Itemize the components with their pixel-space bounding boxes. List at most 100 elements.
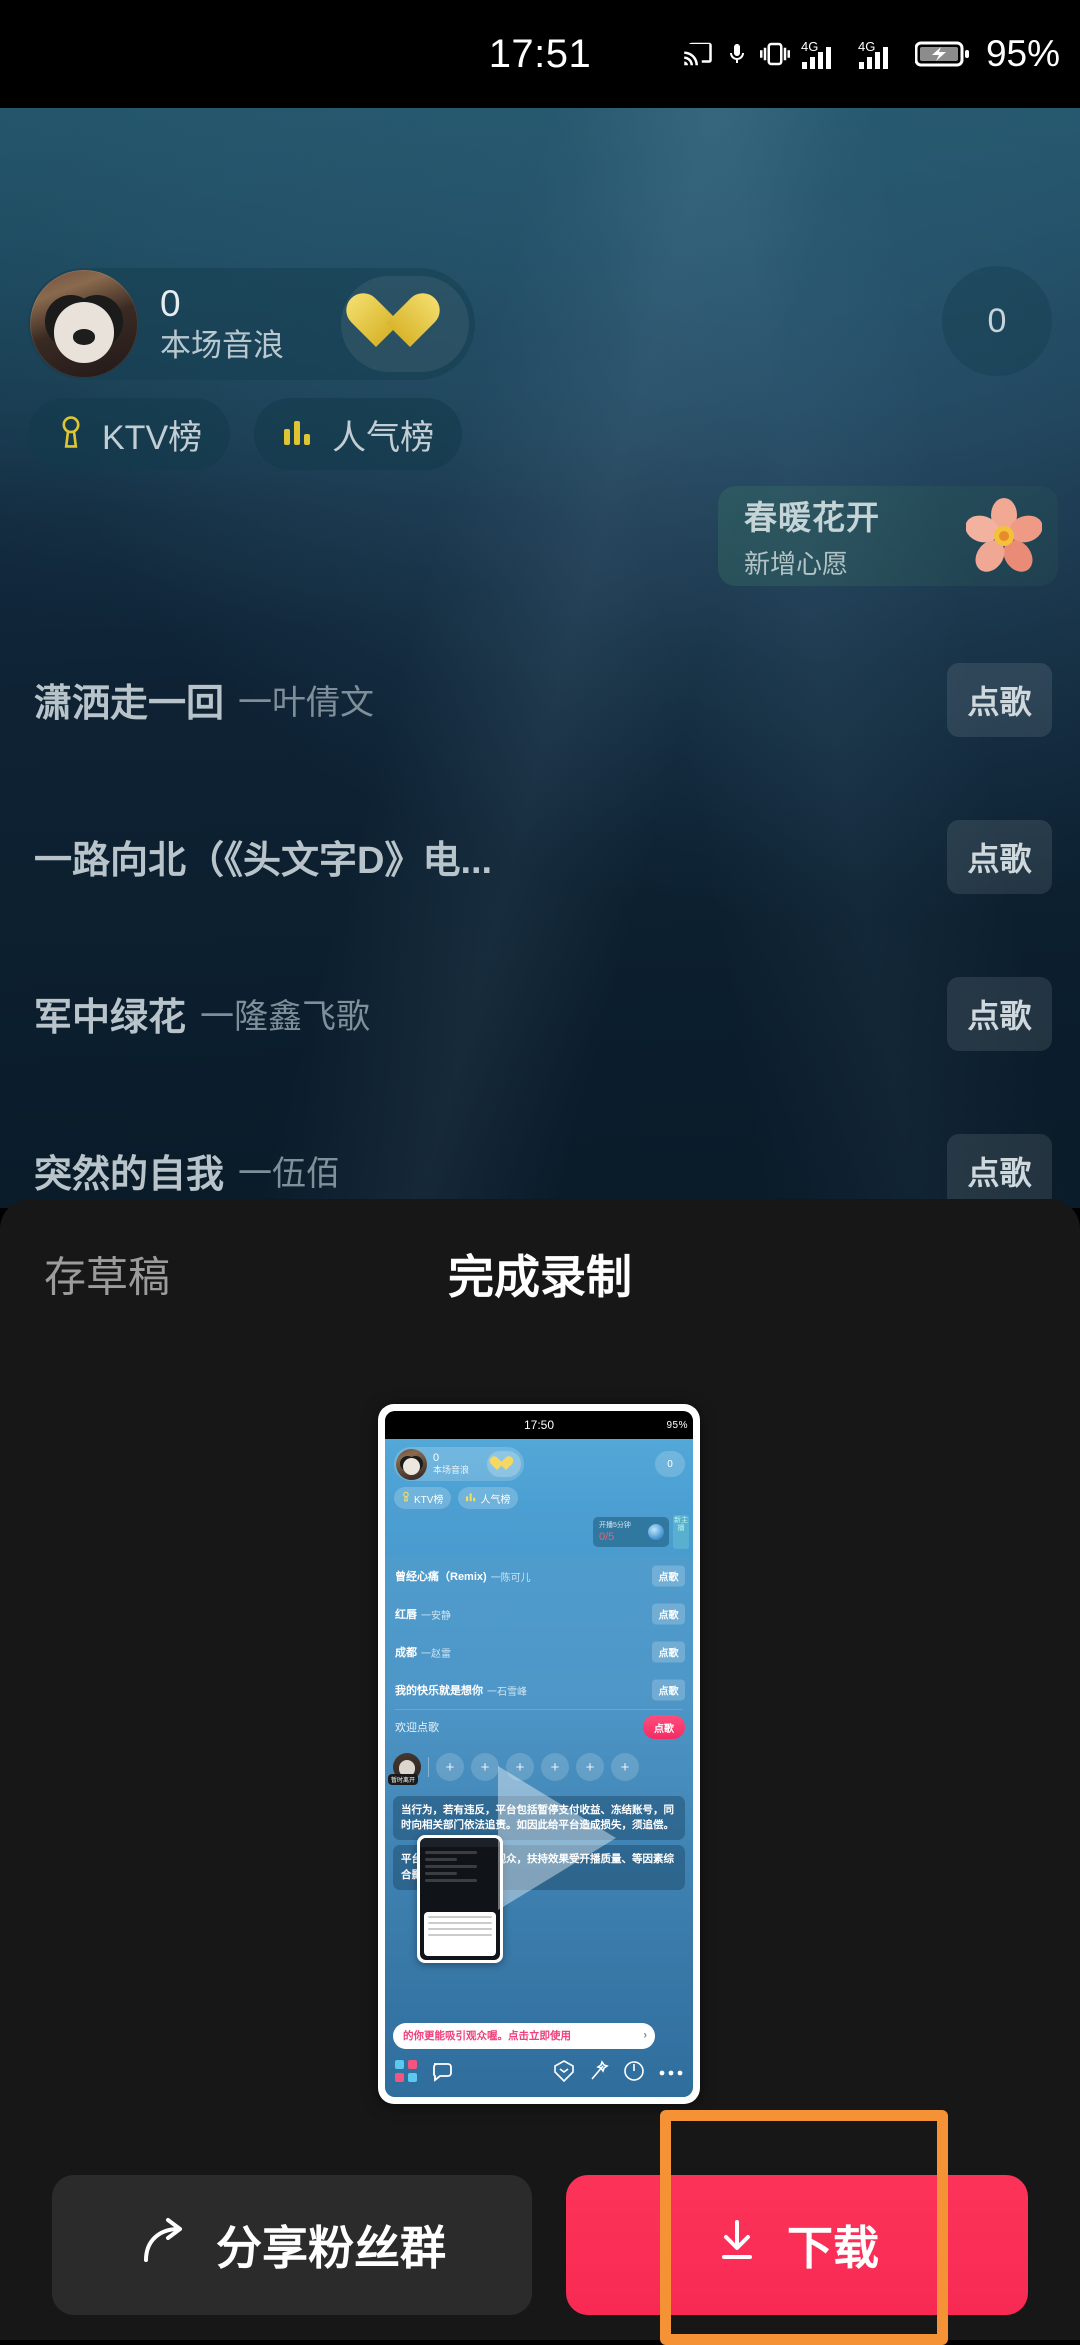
preview-host-avatar [396, 1448, 427, 1480]
preview-task-title: 开播5分钟 [599, 1522, 631, 1530]
song-name: 军中绿花 [34, 997, 187, 1039]
song-row[interactable]: 潇洒走一回 一叶倩文 点歌 [0, 621, 1080, 778]
viewer-count-badge[interactable]: 0 [942, 266, 1052, 376]
preview-floating-titlebar [420, 1838, 500, 1847]
preview-audio-count: 0 [433, 1452, 440, 1464]
preview-rank-chips: KTV榜 人气榜 [394, 1487, 519, 1509]
song-artist: 一隆鑫飞歌 [200, 998, 371, 1036]
song-name: 潇洒走一回 [34, 683, 225, 725]
signal-4g-icon-2: 4G [858, 38, 904, 70]
chip-ktv-rank-label: KTV榜 [102, 418, 203, 457]
sheet-title: 完成录制 [448, 1251, 632, 1303]
song-artist: 一叶倩文 [238, 684, 375, 722]
preview-promo-bubble: 的你更能吸引观众喔。点击立即使用 › [393, 2022, 655, 2049]
preview-heart-icon [496, 1457, 512, 1472]
pick-song-button[interactable]: 点歌 [947, 976, 1052, 1051]
share-fan-group-label: 分享粉丝群 [216, 2222, 446, 2274]
bottom-action-bar: 分享粉丝群 下载 [0, 2150, 1080, 2340]
magic-wand-icon [589, 2059, 609, 2087]
preview-chip-ktv-label: KTV榜 [414, 1494, 444, 1506]
preview-floating-line [425, 1872, 457, 1875]
vibrate-icon [759, 39, 790, 69]
preview-heart-button [487, 1451, 521, 1477]
preview-add-seat-icon: + [471, 1753, 499, 1781]
preview-floating-dialog-line [428, 1916, 492, 1918]
preview-status-time: 17:50 [523, 1418, 555, 1432]
rank-chips: KTV榜 人气榜 [28, 398, 463, 470]
pick-song-button[interactable]: 点歌 [947, 819, 1052, 894]
heart-icon [374, 295, 436, 353]
preview-task-progress: 0/5 [599, 1530, 615, 1543]
microphone-icon [725, 39, 749, 69]
download-label: 下载 [787, 2222, 879, 2274]
chip-popularity-rank-label: 人气榜 [332, 418, 435, 457]
host-avatar[interactable] [30, 270, 138, 378]
preview-task-card: 开播5分钟 0/5 [593, 1517, 669, 1547]
wish-card-subtitle: 新增心愿 [744, 549, 849, 579]
preview-floating-dialog-line [428, 1922, 492, 1924]
preview-song-row: 红唇 一安静 点歌 [385, 1595, 693, 1633]
preview-chip-popularity: 人气榜 [458, 1487, 519, 1509]
preview-pick-button: 点歌 [652, 1641, 685, 1663]
chevron-right-icon: › [643, 2029, 647, 2042]
download-icon [715, 2216, 759, 2275]
live-room-background: 0 本场音浪 0 KTV榜 人气榜 春暖花开 新增心愿 潇洒走一回 一叶倩文 点… [0, 108, 1080, 1208]
video-preview-thumbnail[interactable]: 17:50 95% 0 本场音浪 0 KTV榜 人气榜 开播5分钟 0/5 新主… [378, 1404, 700, 2104]
song-row[interactable]: 突然的自我 一伍佰 点歌 [0, 1092, 1080, 1208]
song-row[interactable]: 军中绿花 一隆鑫飞歌 点歌 [0, 935, 1080, 1092]
download-button[interactable]: 下载 [566, 2175, 1028, 2315]
wish-card[interactable]: 春暖花开 新增心愿 [718, 486, 1058, 586]
preview-song-name: 曾经心痛（Remix) [395, 1571, 487, 1583]
preview-new-host-badge: 新主播 [673, 1515, 689, 1549]
svg-text:4G: 4G [801, 39, 818, 54]
preview-status-bar: 17:50 95% [385, 1411, 693, 1439]
preview-floating-line [425, 1858, 457, 1861]
play-overlay-icon[interactable] [498, 1765, 616, 1910]
battery-percent: 95% [985, 33, 1060, 74]
pick-song-button[interactable]: 点歌 [947, 1133, 1052, 1208]
status-bar-icons: 4G 4G 95% [682, 0, 1060, 108]
preview-live-top: 0 本场音浪 0 KTV榜 人气榜 开播5分钟 0/5 新主播 [385, 1439, 693, 1557]
wish-card-title: 春暖花开 [744, 499, 880, 536]
preview-welcome-row: 欢迎点歌 点歌 [385, 1710, 693, 1744]
preview-song-name: 成都 [395, 1647, 417, 1659]
flower-icon [965, 498, 1043, 574]
chat-bubble-icon [431, 2060, 455, 2087]
preview-floating-dialog [424, 1912, 496, 1956]
share-fan-group-button[interactable]: 分享粉丝群 [52, 2175, 532, 2315]
song-row[interactable]: 一路向北（《头文字D》电... 点歌 [0, 778, 1080, 935]
song-artist: 一伍佰 [238, 1155, 341, 1193]
preview-song-artist: 一赵雷 [421, 1648, 451, 1660]
preview-live-body: 曾经心痛（Remix) 一陈可儿 点歌 红唇 一安静 点歌 成都 一赵雷 点歌 … [385, 1557, 693, 2097]
preview-chip-popularity-label: 人气榜 [480, 1494, 511, 1506]
preview-chip-ktv: KTV榜 [394, 1487, 452, 1509]
preview-add-seat-icon: + [436, 1753, 464, 1781]
preview-bar-chart-icon [466, 1492, 476, 1505]
preview-audio-pill: 0 本场音浪 [394, 1447, 524, 1481]
pick-song-button[interactable]: 点歌 [947, 662, 1052, 737]
song-list: 潇洒走一回 一叶倩文 点歌 一路向北（《头文字D》电... 点歌 军中绿花 一隆… [0, 621, 1080, 1208]
chip-ktv-rank[interactable]: KTV榜 [28, 398, 231, 470]
preview-screen: 17:50 95% 0 本场音浪 0 KTV榜 人气榜 开播5分钟 0/5 新主… [385, 1411, 693, 2097]
signal-4g-icon: 4G [801, 38, 847, 70]
more-icon [659, 2064, 683, 2082]
chip-popularity-rank[interactable]: 人气榜 [254, 398, 463, 470]
preview-floating-line [425, 1851, 477, 1854]
preview-welcome-label: 欢迎点歌 [395, 1722, 439, 1734]
cast-icon [682, 39, 714, 69]
audio-label: 本场音浪 [160, 328, 284, 364]
preview-song-artist: 一石雪峰 [487, 1686, 527, 1698]
preview-song-artist: 一陈可儿 [490, 1572, 531, 1584]
audio-wave-pill[interactable]: 0 本场音浪 [28, 268, 475, 380]
preview-viewer-count: 0 [655, 1451, 685, 1477]
share-arrow-icon [138, 2216, 194, 2275]
shield-icon [553, 2059, 575, 2087]
bar-chart-icon [282, 417, 316, 452]
preview-floating-window [417, 1835, 503, 1963]
preview-task-icon [648, 1524, 664, 1540]
heart-button[interactable] [341, 276, 469, 372]
svg-text:4G: 4G [858, 39, 875, 54]
song-name: 一路向北（《头文字D》电... [34, 840, 493, 882]
song-name: 突然的自我 [34, 1154, 225, 1196]
preview-floating-content [420, 1838, 500, 1960]
